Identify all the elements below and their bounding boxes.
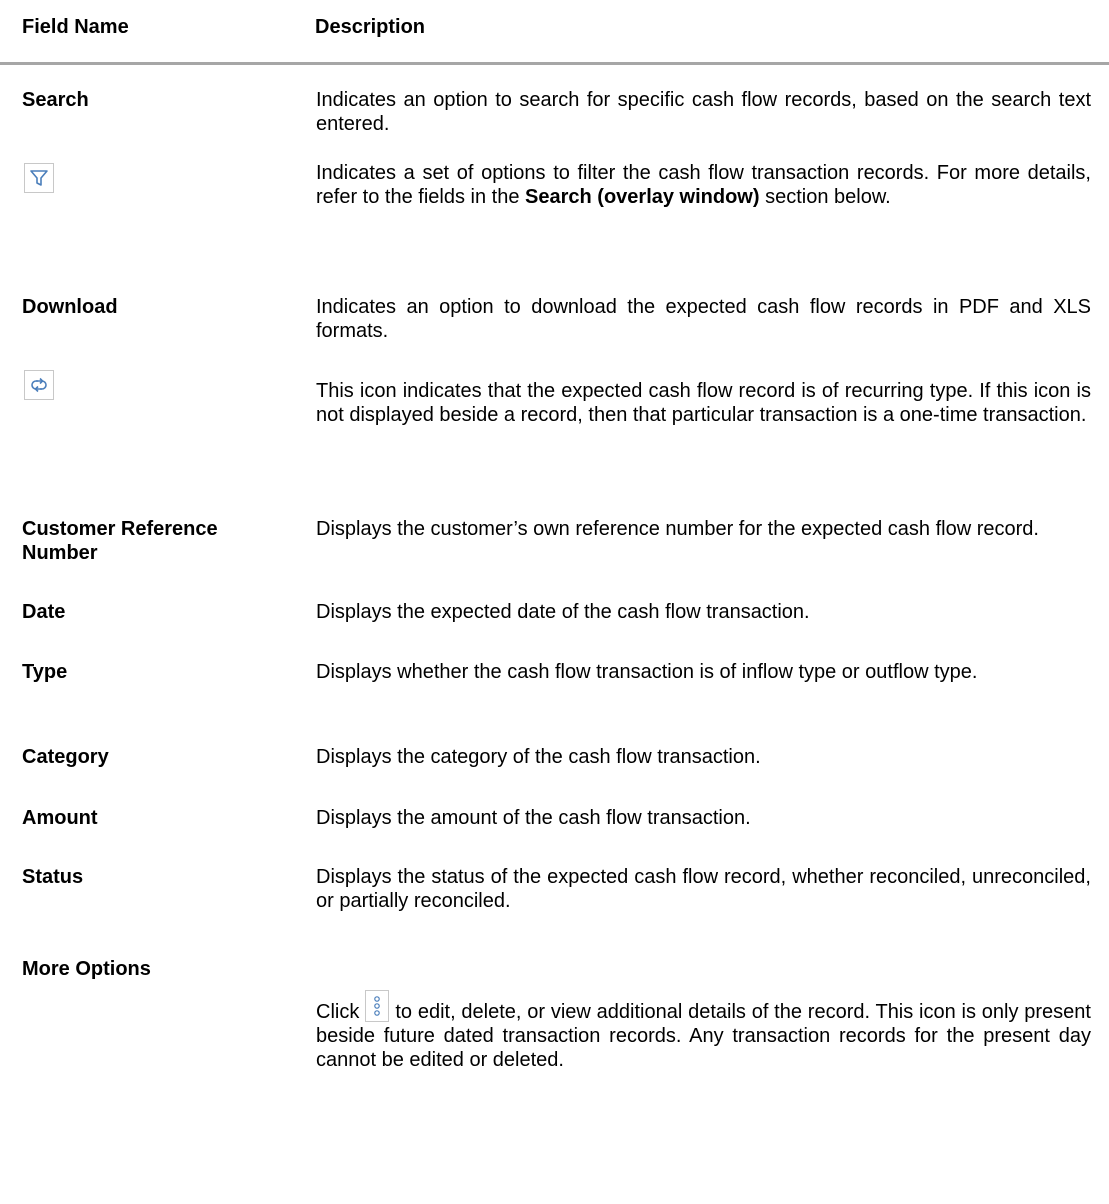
field-name: Status: [22, 866, 84, 888]
field-description: Displays the status of the expected cash…: [316, 866, 1091, 912]
field-description: Indicates a set of options to filter the…: [316, 162, 1091, 208]
description-header: Description: [315, 16, 426, 38]
field-description: Displays the category of the cash flow t…: [316, 746, 761, 768]
field-name: Category: [22, 746, 109, 768]
field-name: Customer Reference Number: [22, 518, 218, 564]
field-description: Indicates an option to download the expe…: [316, 296, 1091, 342]
filter-icon: [24, 163, 54, 193]
kebab-menu-icon: [365, 990, 390, 1022]
field-description: Indicates an option to search for specif…: [316, 89, 1091, 135]
field-description: Displays whether the cash flow transacti…: [316, 661, 978, 683]
field-name-header: Field Name: [22, 16, 129, 38]
field-description: Displays the customer’s own reference nu…: [316, 518, 1039, 540]
field-name: Download: [22, 296, 118, 318]
field-description: Displays the expected date of the cash f…: [316, 601, 810, 623]
field-description: Displays the amount of the cash flow tra…: [316, 807, 751, 829]
field-description: This icon indicates that the expected ca…: [316, 380, 1091, 426]
header-divider: [0, 62, 1109, 65]
field-name: Amount: [22, 807, 98, 829]
search-overlay-reference: Search (overlay window): [525, 186, 760, 208]
recurring-icon: [24, 370, 54, 400]
table-header: Field Name Description: [0, 0, 1109, 65]
field-name: Search: [22, 89, 89, 111]
field-name: More Options: [22, 958, 151, 980]
field-description: Click to edit, delete, or view additional…: [316, 990, 1091, 1072]
field-name: Date: [22, 601, 66, 623]
field-name: Type: [22, 661, 68, 683]
